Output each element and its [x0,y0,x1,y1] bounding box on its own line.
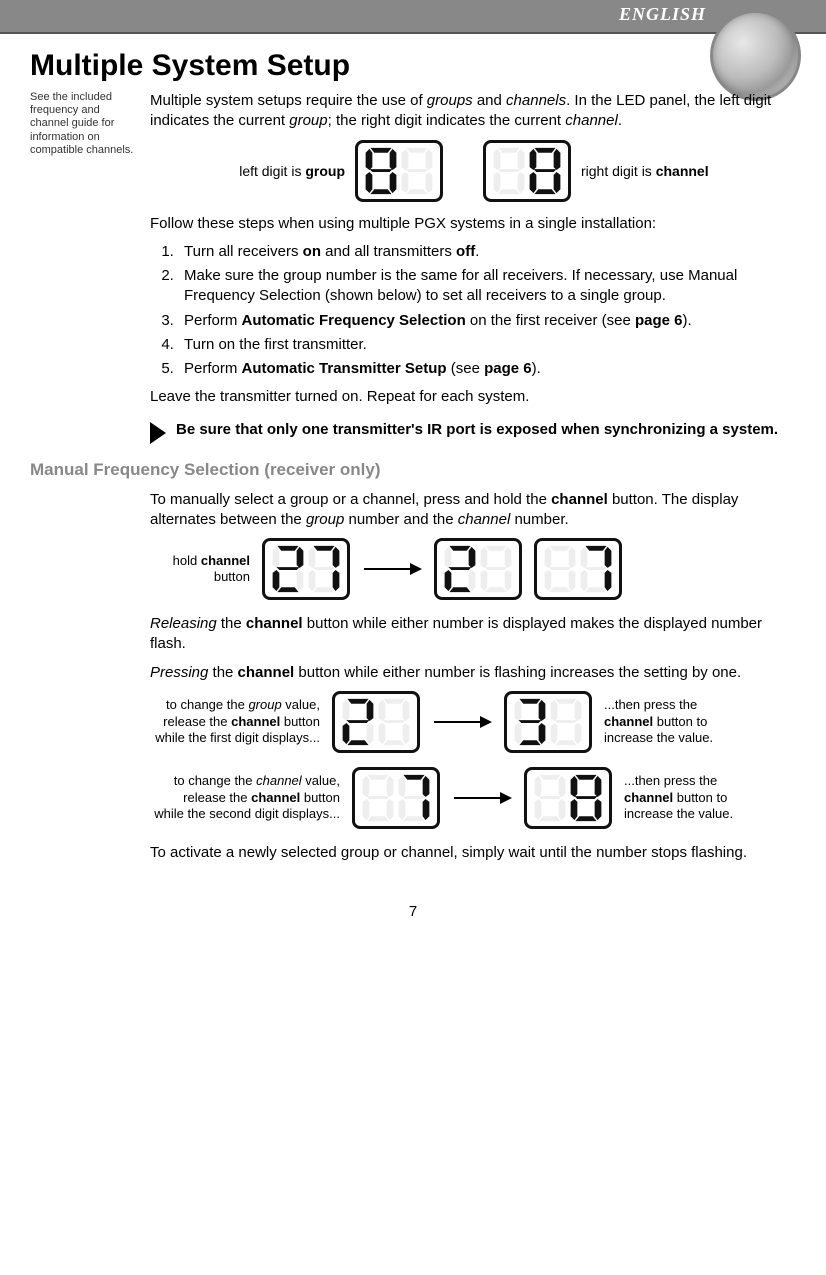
warning-triangle-icon [150,422,166,444]
left-digit-caption: left digit is group [195,163,345,179]
channel-change-right-label: ...then press the channel button to incr… [624,773,754,822]
intro-paragraph: Multiple system setups require the use o… [150,91,786,132]
side-note: See the included frequency and channel g… [30,91,150,157]
follow-text: Follow these steps when using multiple P… [150,214,786,234]
list-item: Perform Automatic Frequency Selection on… [178,311,786,331]
steps-list: Turn all receivers on and all transmitte… [178,242,786,380]
page-title: Multiple System Setup [30,49,786,83]
group-change-right-label: ...then press the channel button to incr… [604,697,734,746]
list-item: Perform Automatic Transmitter Setup (see… [178,359,786,379]
press-text: Pressing the channel button while either… [150,663,786,683]
channel-change-left-label: to change the channel value, release the… [150,773,340,822]
arrow-right-icon [452,788,512,808]
activate-text: To activate a newly selected group or ch… [150,843,786,863]
manual-intro: To manually select a group or a channel,… [150,490,786,531]
lcd-blank7 [534,538,622,600]
lcd-blank8 [524,767,612,829]
right-digit-caption: right digit is channel [581,163,741,179]
digit-8-icon [528,146,562,196]
list-item: Make sure the group number is the same f… [178,266,786,307]
lcd-27 [262,538,350,600]
hold-label: hold channel button [150,553,250,586]
page-number: 7 [0,891,826,938]
lcd-group [355,140,443,202]
lcd-2blank [434,538,522,600]
lcd-3blank [504,691,592,753]
digit-blank-icon [400,146,434,196]
digit-8-icon [364,146,398,196]
arrow-right-icon [362,559,422,579]
language-label: ENGLISH [619,4,706,25]
lcd-2blank [332,691,420,753]
subsection-title: Manual Frequency Selection (receiver onl… [30,460,786,480]
lcd-channel [483,140,571,202]
leave-text: Leave the transmitter turned on. Repeat … [150,387,786,407]
header-bar: ENGLISH [0,0,826,34]
arrow-right-icon [432,712,492,732]
warning-text: Be sure that only one transmitter's IR p… [176,420,778,440]
digit-blank-icon [492,146,526,196]
list-item: Turn all receivers on and all transmitte… [178,242,786,262]
lcd-blank7 [352,767,440,829]
list-item: Turn on the first transmitter. [178,335,786,355]
release-text: Releasing the channel button while eithe… [150,614,786,655]
group-change-left-label: to change the group value, release the c… [150,697,320,746]
